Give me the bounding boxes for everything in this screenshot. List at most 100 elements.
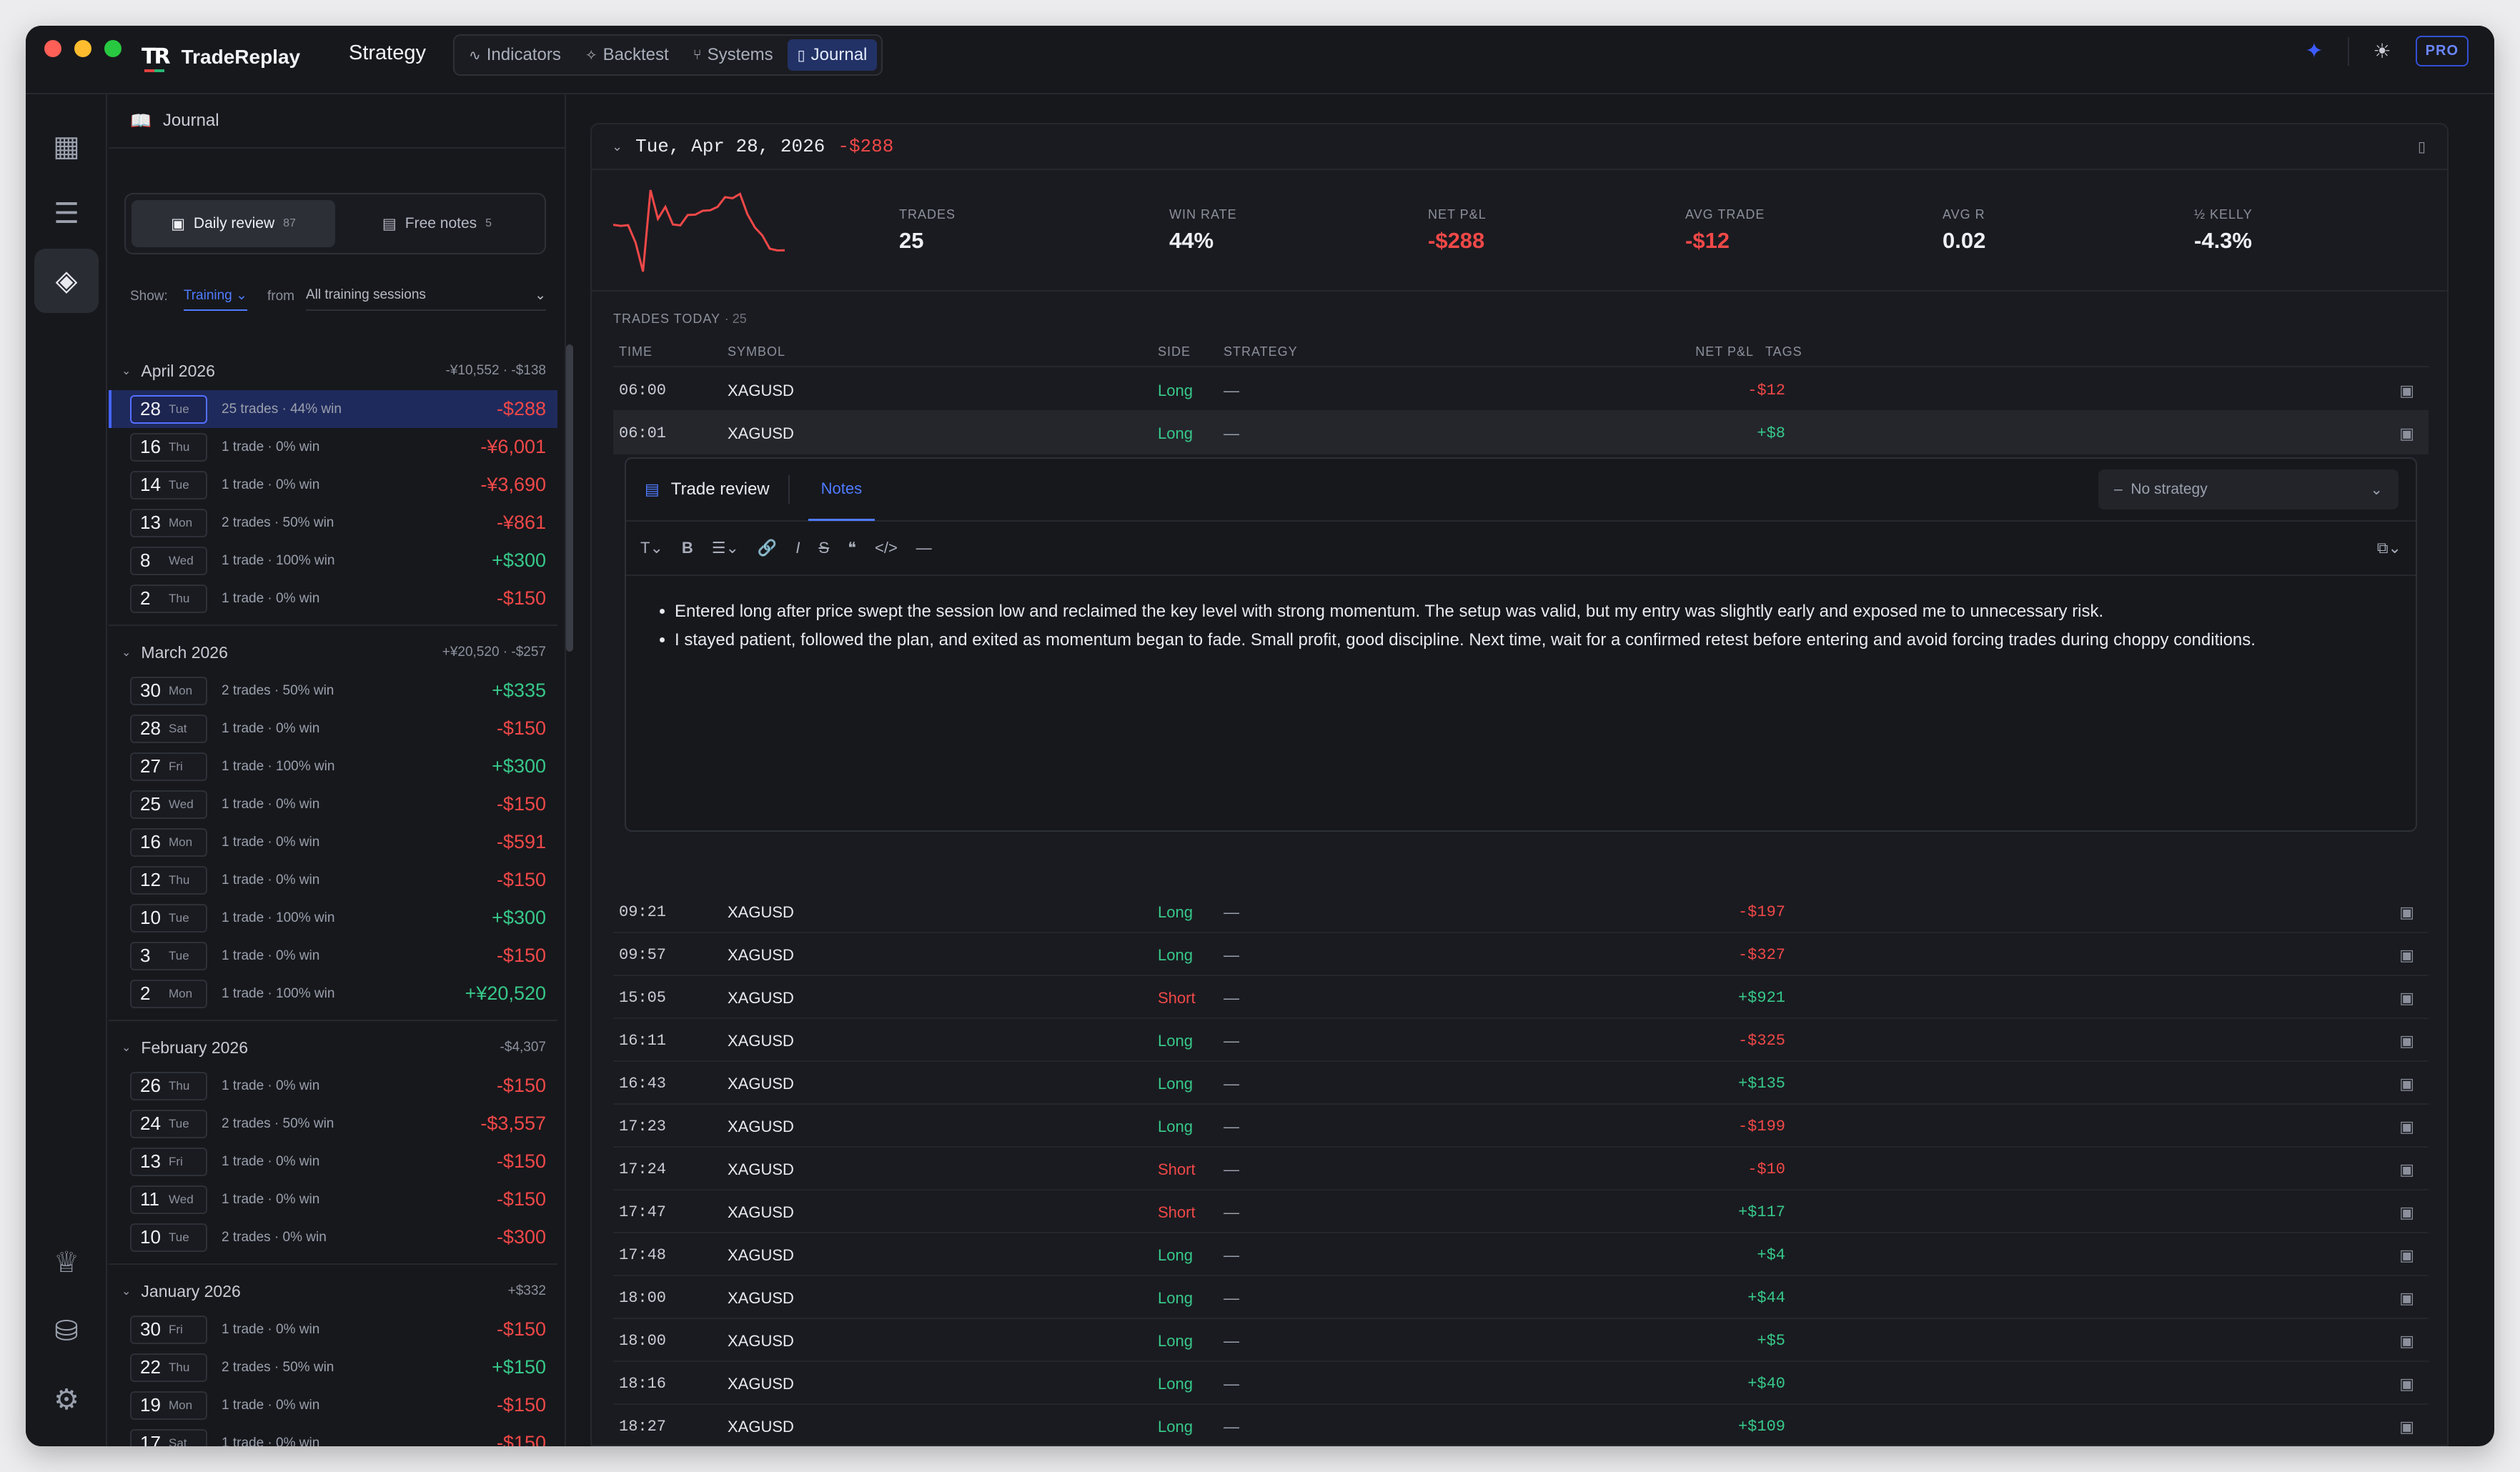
month-header[interactable]: ⌄ January 2026 +$332 xyxy=(109,1272,557,1311)
day-item[interactable]: 14 Tue 1 trade · 0% win -¥3,690 xyxy=(109,466,557,504)
screenshot-icon[interactable]: ▣ xyxy=(2399,989,2414,1008)
month-header[interactable]: ⌄ April 2026 -¥10,552 · -$138 xyxy=(109,352,557,390)
table-row[interactable]: 06:01 XAGUSD Long — +$8 ▣ xyxy=(613,412,2429,454)
day-item[interactable]: 28 Sat 1 trade · 0% win -$150 xyxy=(109,710,557,747)
screenshot-icon[interactable]: ▣ xyxy=(2399,424,2414,443)
screenshot-icon[interactable]: ▣ xyxy=(2399,903,2414,922)
day-item[interactable]: 25 Wed 1 trade · 0% win -$150 xyxy=(109,785,557,823)
sliders-icon[interactable]: ☰ xyxy=(34,181,99,246)
table-row[interactable]: 18:16 XAGUSD Long — +$40 ▣ xyxy=(613,1362,2429,1405)
day-item[interactable]: 30 Fri 1 trade · 0% win -$150 xyxy=(109,1311,557,1348)
table-row[interactable]: 16:11 XAGUSD Long — -$325 ▣ xyxy=(613,1019,2429,1062)
day-item[interactable]: 11 Wed 1 trade · 0% win -$150 xyxy=(109,1180,557,1218)
mode-backtest[interactable]: ✧ Backtest xyxy=(575,39,679,71)
strategy-select[interactable]: – No strategy ⌄ xyxy=(2098,469,2399,509)
table-row[interactable]: 17:47 XAGUSD Short — +$117 ▣ xyxy=(613,1190,2429,1233)
screenshot-icon[interactable]: ▣ xyxy=(2399,382,2414,400)
month-header[interactable]: ⌄ February 2026 -$4,307 xyxy=(109,1028,557,1067)
day-item[interactable]: 27 Fri 1 trade · 100% win +$300 xyxy=(109,747,557,785)
close-window-button[interactable] xyxy=(44,40,61,57)
screenshot-icon[interactable]: ▣ xyxy=(2399,1032,2414,1050)
col-strategy[interactable]: STRATEGY xyxy=(1224,344,1298,359)
day-item[interactable]: 24 Tue 2 trades · 50% win -$3,557 xyxy=(109,1105,557,1143)
table-row[interactable]: 15:05 XAGUSD Short — +$921 ▣ xyxy=(613,976,2429,1019)
dashboard-icon[interactable]: ▦ xyxy=(34,114,99,179)
table-row[interactable]: 18:00 XAGUSD Long — +$5 ▣ xyxy=(613,1319,2429,1362)
day-item[interactable]: 13 Fri 1 trade · 0% win -$150 xyxy=(109,1143,557,1180)
code-icon[interactable]: </> xyxy=(875,539,898,557)
col-tags[interactable]: TAGS xyxy=(1765,344,1802,359)
day-item[interactable]: 16 Mon 1 trade · 0% win -$591 xyxy=(109,823,557,861)
screenshot-icon[interactable]: ▣ xyxy=(2399,1160,2414,1179)
export-file-icon[interactable]: ▯ xyxy=(2418,138,2426,155)
day-item[interactable]: 17 Sat 1 trade · 0% win -$150 xyxy=(109,1424,557,1446)
table-row[interactable]: 16:43 XAGUSD Long — +$135 ▣ xyxy=(613,1062,2429,1105)
maximize-window-button[interactable] xyxy=(104,40,121,57)
horizontal-rule-icon[interactable]: — xyxy=(916,539,932,557)
tab-free-notes[interactable]: ▤ Free notes 5 xyxy=(335,200,539,247)
screenshot-icon[interactable]: ▣ xyxy=(2399,1332,2414,1351)
month-header[interactable]: ⌄ March 2026 +¥20,520 · -$257 xyxy=(109,633,557,672)
day-item[interactable]: 30 Mon 2 trades · 50% win +$335 xyxy=(109,672,557,710)
day-item[interactable]: 2 Mon 1 trade · 100% win +¥20,520 xyxy=(109,975,557,1013)
screenshot-icon[interactable]: ▣ xyxy=(2399,1118,2414,1136)
screenshot-icon[interactable]: ▣ xyxy=(2399,1289,2414,1308)
screenshot-icon[interactable]: ▣ xyxy=(2399,1203,2414,1222)
day-item[interactable]: 12 Thu 1 trade · 0% win -$150 xyxy=(109,861,557,899)
tab-daily-review[interactable]: ▣ Daily review 87 xyxy=(132,200,335,247)
quote-icon[interactable]: ❝ xyxy=(848,539,856,557)
day-item[interactable]: 10 Tue 1 trade · 100% win +$300 xyxy=(109,899,557,937)
screenshot-icon[interactable]: ▣ xyxy=(2399,946,2414,965)
table-row[interactable]: 18:00 XAGUSD Long — +$44 ▣ xyxy=(613,1276,2429,1319)
col-time[interactable]: TIME xyxy=(619,344,653,359)
layers-icon[interactable]: ◈ xyxy=(34,249,99,313)
database-icon[interactable]: ⛁ xyxy=(34,1299,99,1363)
screenshot-icon[interactable]: ▣ xyxy=(2399,1075,2414,1093)
trophy-icon[interactable]: ♕ xyxy=(34,1230,99,1295)
tab-notes[interactable]: Notes xyxy=(808,458,875,521)
table-row[interactable]: 17:24 XAGUSD Short — -$10 ▣ xyxy=(613,1148,2429,1190)
theme-toggle-icon[interactable]: ☀ xyxy=(2373,39,2391,63)
day-item[interactable]: 8 Wed 1 trade · 100% win +$300 xyxy=(109,542,557,580)
ai-sparkle-icon[interactable]: ✦ xyxy=(2305,39,2323,64)
day-header[interactable]: ⌄ Tue, Apr 28, 2026 -$288 ▯ xyxy=(592,124,2447,170)
mode-journal[interactable]: ▯ Journal xyxy=(787,39,878,71)
minimize-window-button[interactable] xyxy=(74,40,91,57)
strikethrough-icon[interactable]: S xyxy=(818,539,829,557)
pro-badge[interactable]: PRO xyxy=(2415,36,2469,66)
day-item[interactable]: 13 Mon 2 trades · 50% win -¥861 xyxy=(109,504,557,542)
col-symbol[interactable]: SYMBOL xyxy=(728,344,785,359)
day-item[interactable]: 26 Thu 1 trade · 0% win -$150 xyxy=(109,1067,557,1105)
bold-icon[interactable]: B xyxy=(682,539,693,557)
mode-indicators[interactable]: ∿ Indicators xyxy=(459,39,571,71)
table-row[interactable]: 18:27 XAGUSD Long — +$109 ▣ xyxy=(613,1405,2429,1445)
day-item[interactable]: 2 Thu 1 trade · 0% win -$150 xyxy=(109,580,557,617)
table-row[interactable]: 06:00 XAGUSD Long — -$12 ▣ xyxy=(613,369,2429,412)
italic-icon[interactable]: I xyxy=(795,539,800,557)
table-row[interactable]: 09:57 XAGUSD Long — -$327 ▣ xyxy=(613,933,2429,976)
screenshot-icon[interactable]: ▣ xyxy=(2399,1375,2414,1393)
col-net-pnl[interactable]: NET P&L xyxy=(1695,344,1754,359)
notes-editor[interactable]: Entered long after price swept the sessi… xyxy=(626,576,2416,655)
sessions-select[interactable]: All training sessions ⌄ xyxy=(305,287,546,311)
day-item[interactable]: 10 Tue 2 trades · 0% win -$300 xyxy=(109,1218,557,1256)
training-filter[interactable]: Training ⌄ xyxy=(183,287,247,311)
col-side[interactable]: SIDE xyxy=(1158,344,1191,359)
mode-systems[interactable]: ⑂ Systems xyxy=(683,39,783,71)
table-row[interactable]: 09:21 XAGUSD Long — -$197 ▣ xyxy=(613,890,2429,933)
settings-gear-icon[interactable]: ⚙ xyxy=(34,1368,99,1432)
chevron-down-icon[interactable]: ⌄ xyxy=(612,139,622,154)
table-row[interactable]: 17:48 XAGUSD Long — +$4 ▣ xyxy=(613,1233,2429,1276)
section-title[interactable]: Strategy xyxy=(349,41,426,65)
table-row[interactable]: 17:23 XAGUSD Long — -$199 ▣ xyxy=(613,1105,2429,1148)
link-icon[interactable]: 🔗 xyxy=(758,539,777,557)
sidebar-scrollbar[interactable] xyxy=(566,94,575,652)
list-icon[interactable]: ☰⌄ xyxy=(712,539,739,557)
screenshot-icon[interactable]: ▣ xyxy=(2399,1246,2414,1265)
day-item[interactable]: 22 Thu 2 trades · 50% win +$150 xyxy=(109,1348,557,1386)
text-style-icon[interactable]: T⌄ xyxy=(640,539,663,557)
day-item[interactable]: 16 Thu 1 trade · 0% win -¥6,001 xyxy=(109,428,557,466)
day-item[interactable]: 3 Tue 1 trade · 0% win -$150 xyxy=(109,937,557,975)
screenshot-icon[interactable]: ▣ xyxy=(2399,1418,2414,1436)
copy-icon[interactable]: ⧉⌄ xyxy=(2377,539,2401,557)
